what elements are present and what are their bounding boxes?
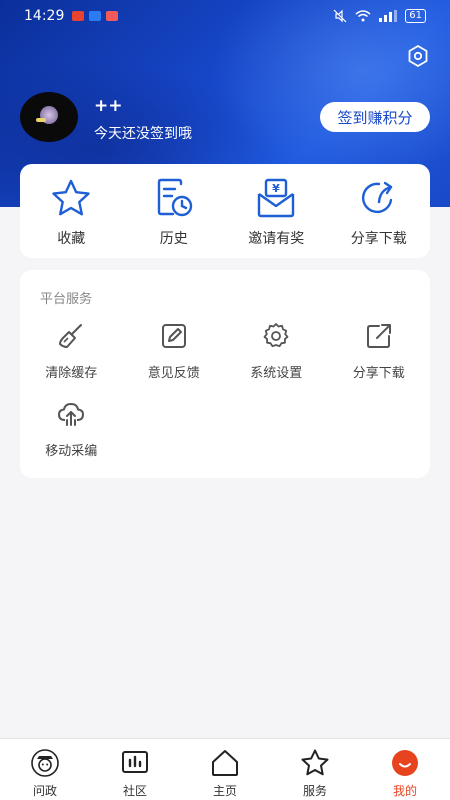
service-label: 系统设置 [250,366,303,381]
chart-board-icon [122,751,148,773]
tab-community[interactable]: 社区 [90,739,180,800]
checkin-tip: 今天还没签到哦 [94,126,192,142]
section-title: 平台服务 [40,292,93,307]
tab-label: 社区 [122,784,147,798]
svg-text:¥: ¥ [272,182,280,195]
quick-action-share[interactable]: 分享下载 [328,164,431,258]
service-label: 分享下载 [352,366,405,381]
quick-action-label: 邀请有奖 [248,231,305,247]
settings-button[interactable] [406,44,430,68]
mute-icon [333,9,347,23]
status-bar: 14:29 61 [0,0,450,32]
wifi-icon [355,10,371,22]
quick-action-favorites[interactable]: 收藏 [20,164,123,258]
service-feedback[interactable]: 意见反馈 [123,322,226,400]
quick-action-invite[interactable]: ¥ 邀请有奖 [225,164,328,258]
service-clear-cache[interactable]: 清除缓存 [20,322,123,400]
tab-services[interactable]: 服务 [270,739,360,800]
share-icon [361,181,392,214]
service-label: 清除缓存 [45,366,98,381]
invite-envelope-icon: ¥ [258,178,295,218]
notification-icon [89,11,102,21]
quick-action-history[interactable]: 历史 [123,164,226,258]
home-icon [212,750,238,776]
star-icon [52,179,90,216]
services-grid: 清除缓存 意见反馈 系统设置 分享下载 移动采编 [20,322,430,478]
tab-politics[interactable]: 问政 [0,739,90,800]
quick-action-label: 收藏 [57,231,86,247]
politics-avatar-icon [31,749,59,777]
gear-icon [263,323,289,348]
tab-label: 问政 [32,784,57,798]
history-icon [157,178,192,217]
service-settings[interactable]: 系统设置 [225,322,328,400]
edit-icon [161,324,186,348]
status-time: 14:29 [24,8,65,24]
notification-icon [106,11,119,21]
settings-hexagon-icon [408,45,428,67]
tab-me[interactable]: 我的 [360,739,450,800]
tab-label: 我的 [392,784,417,798]
signal-icon [379,10,398,22]
bottom-tab-bar: 问政 社区 主页 服务 我的 [0,738,450,800]
platform-services-card: 平台服务 清除缓存 意见反馈 系统设置 分享下载 移动采编 [20,270,430,478]
service-label: 意见反馈 [147,366,200,381]
service-label: 移动采编 [45,444,98,459]
checkin-button[interactable]: 签到赚积分 [320,102,430,132]
avatar[interactable] [20,92,78,142]
star-icon [301,749,329,776]
share-out-icon [366,324,391,348]
broom-icon [59,324,83,348]
username[interactable]: ++ [94,96,123,116]
cloud-upload-icon [58,403,85,426]
tab-home[interactable]: 主页 [180,739,270,800]
battery-icon: 61 [405,9,426,23]
quick-action-label: 历史 [159,231,188,247]
tab-label: 主页 [212,784,237,798]
notification-icon [72,11,85,21]
quick-action-label: 分享下载 [350,231,407,247]
quick-actions-card: 收藏 历史 ¥ 邀请有奖 分享下载 [20,164,430,258]
tab-label: 服务 [302,784,327,798]
service-share[interactable]: 分享下载 [328,322,431,400]
service-mobile-editing[interactable]: 移动采编 [20,400,123,478]
me-face-icon [392,750,418,776]
